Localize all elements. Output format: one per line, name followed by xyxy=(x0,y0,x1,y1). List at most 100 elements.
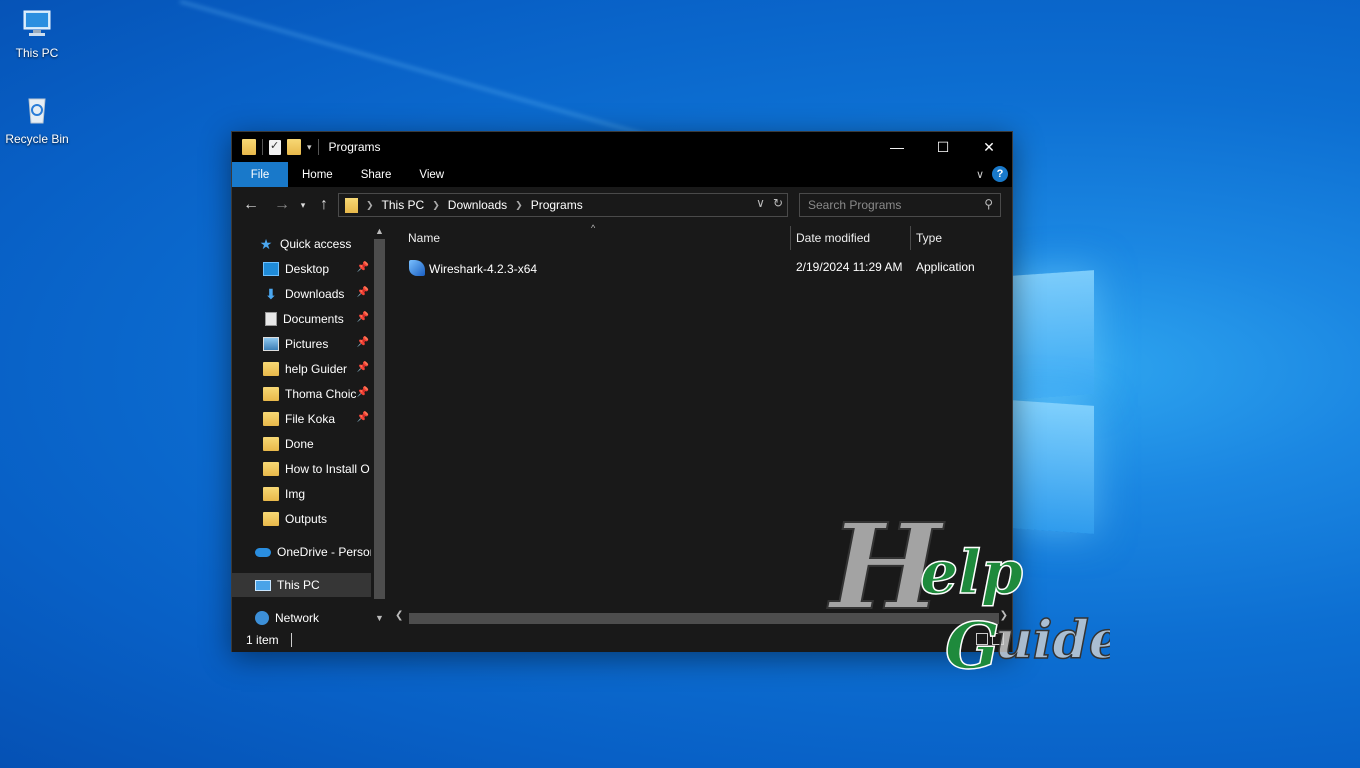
search-placeholder: Search Programs xyxy=(808,198,902,212)
folder-icon xyxy=(263,462,279,476)
details-view-icon[interactable] xyxy=(976,633,988,645)
status-bar: 1 item xyxy=(232,628,1012,652)
desktop-icon-label: Recycle Bin xyxy=(5,132,69,146)
search-input[interactable]: Search Programs ⚲ xyxy=(799,193,1001,217)
address-dropdown-icon[interactable]: ∨ xyxy=(756,196,765,210)
sidebar-item-quick-access[interactable]: ★ Quick access xyxy=(232,232,371,256)
sidebar-item-onedrive[interactable]: OneDrive - Persor xyxy=(232,540,371,564)
pin-icon: 📌 xyxy=(356,287,369,298)
document-icon xyxy=(265,312,277,326)
sidebar-item-desktop[interactable]: Desktop 📌 xyxy=(232,257,371,281)
tab-home[interactable]: Home xyxy=(288,162,347,187)
address-bar[interactable]: ❯ This PC ❯ Downloads ❯ Programs ∨ ↻ xyxy=(338,193,788,217)
scroll-left-icon[interactable]: ❮ xyxy=(395,610,403,621)
close-button[interactable]: ✕ xyxy=(966,132,1012,162)
column-header-label: Type xyxy=(916,231,943,245)
breadcrumb-this-pc[interactable]: This PC xyxy=(382,198,425,212)
maximize-button[interactable]: ☐ xyxy=(920,132,966,162)
recent-locations-icon[interactable]: ▾ xyxy=(294,200,312,211)
properties-icon[interactable] xyxy=(269,139,281,155)
file-type-cell: Application xyxy=(916,260,975,274)
new-folder-icon[interactable] xyxy=(287,139,301,155)
tab-share[interactable]: Share xyxy=(347,162,406,187)
breadcrumb-programs[interactable]: Programs xyxy=(531,198,583,212)
column-divider[interactable] xyxy=(910,226,911,250)
file-list: ^ Name Date modified Type Wireshark-4.2.… xyxy=(389,223,1012,628)
navigation-pane: ★ Quick access Desktop 📌 ⬇ Downloads 📌 D… xyxy=(232,223,389,628)
column-header-name[interactable]: Name xyxy=(408,223,786,253)
large-icons-view-icon[interactable] xyxy=(992,633,1004,645)
sidebar-item-thoma-choic[interactable]: Thoma Choic 📌 xyxy=(232,382,371,406)
divider xyxy=(262,139,263,155)
pin-icon: 📌 xyxy=(356,412,369,423)
breadcrumb-downloads[interactable]: Downloads xyxy=(448,198,507,212)
pin-icon: 📌 xyxy=(356,362,369,373)
sidebar-item-outputs[interactable]: Outputs xyxy=(232,507,371,531)
chevron-right-icon[interactable]: ❯ xyxy=(515,200,523,211)
scroll-up-icon[interactable]: ▲ xyxy=(371,226,388,236)
help-icon[interactable]: ? xyxy=(992,166,1008,182)
sidebar-item-how-to-install[interactable]: How to Install O xyxy=(232,457,371,481)
column-divider[interactable] xyxy=(790,226,791,250)
chevron-right-icon[interactable]: ❯ xyxy=(366,200,374,211)
sidebar-item-file-koka[interactable]: File Koka 📌 xyxy=(232,407,371,431)
file-name: Wireshark-4.2.3-x64 xyxy=(429,262,538,276)
scroll-down-icon[interactable]: ▼ xyxy=(371,613,388,623)
sidebar-item-network[interactable]: Network xyxy=(232,606,371,628)
folder-icon xyxy=(263,487,279,501)
sidebar-item-pictures[interactable]: Pictures 📌 xyxy=(232,332,371,356)
pin-icon: 📌 xyxy=(356,337,369,348)
search-icon: ⚲ xyxy=(984,197,993,211)
back-arrow-icon[interactable]: ← xyxy=(239,196,263,214)
sidebar-item-label: Outputs xyxy=(285,512,328,526)
up-arrow-icon[interactable]: ↑ xyxy=(312,196,336,214)
expand-ribbon-icon[interactable]: ∨ xyxy=(976,168,984,181)
folder-icon xyxy=(263,512,279,526)
column-header-label: Name xyxy=(408,231,441,245)
onedrive-icon xyxy=(255,547,271,557)
sidebar-item-img[interactable]: Img xyxy=(232,482,371,506)
sidebar-item-label: How to Install O xyxy=(285,462,370,476)
sidebar-item-done[interactable]: Done xyxy=(232,432,371,456)
refresh-icon[interactable]: ↻ xyxy=(773,196,783,210)
ribbon-tabs: File Home Share View ∨ ? xyxy=(232,162,1012,187)
forward-arrow-icon[interactable]: → xyxy=(270,196,294,214)
column-header-date-modified[interactable]: Date modified xyxy=(796,223,908,253)
sidebar-item-label: Desktop xyxy=(285,262,330,276)
scrollbar-thumb[interactable] xyxy=(409,613,999,624)
file-row[interactable]: Wireshark-4.2.3-x64 2/19/2024 11:29 AM A… xyxy=(404,256,1004,280)
sidebar-item-label: Img xyxy=(285,487,306,501)
file-date-cell: 2/19/2024 11:29 AM xyxy=(796,260,903,274)
desktop-icon-this-pc[interactable]: This PC xyxy=(1,8,73,60)
minimize-button[interactable]: — xyxy=(874,132,920,162)
sidebar-item-label: Downloads xyxy=(285,287,345,301)
window-title: Programs xyxy=(328,140,381,154)
sidebar-item-this-pc[interactable]: This PC xyxy=(232,573,371,597)
folder-icon xyxy=(263,412,279,426)
windows-logo-wallpaper xyxy=(1010,255,1100,535)
scrollbar-thumb[interactable] xyxy=(374,239,385,599)
customize-toolbar-icon[interactable]: ▾ xyxy=(307,142,312,153)
folder-icon xyxy=(263,437,279,451)
sidebar-scrollbar[interactable]: ▲ ▼ xyxy=(371,223,388,628)
sidebar-item-documents[interactable]: Documents 📌 xyxy=(232,307,371,331)
scroll-right-icon[interactable]: ❯ xyxy=(1000,610,1008,621)
network-icon xyxy=(255,611,269,625)
computer-icon xyxy=(23,10,51,36)
column-header-type[interactable]: Type xyxy=(916,223,1006,253)
divider xyxy=(290,633,292,647)
sidebar-item-downloads[interactable]: ⬇ Downloads 📌 xyxy=(232,282,371,306)
tab-file[interactable]: File xyxy=(232,162,288,187)
chevron-right-icon[interactable]: ❯ xyxy=(432,200,440,211)
desktop-icon-recycle-bin[interactable]: Recycle Bin xyxy=(1,94,73,146)
sidebar-item-label: Pictures xyxy=(285,337,329,351)
sidebar-item-label: Done xyxy=(285,437,314,451)
download-icon: ⬇ xyxy=(265,286,277,302)
title-bar[interactable]: ▾ Programs — ☐ ✕ xyxy=(232,132,1012,162)
horizontal-scrollbar[interactable]: ❮ ❯ xyxy=(389,610,1012,627)
file-explorer-window: ▾ Programs — ☐ ✕ File Home Share View ∨ … xyxy=(231,131,1013,652)
pictures-icon xyxy=(263,337,279,351)
tab-view[interactable]: View xyxy=(405,162,458,187)
file-name-cell[interactable]: Wireshark-4.2.3-x64 xyxy=(409,260,537,276)
sidebar-item-help-guider[interactable]: help Guider 📌 xyxy=(232,357,371,381)
